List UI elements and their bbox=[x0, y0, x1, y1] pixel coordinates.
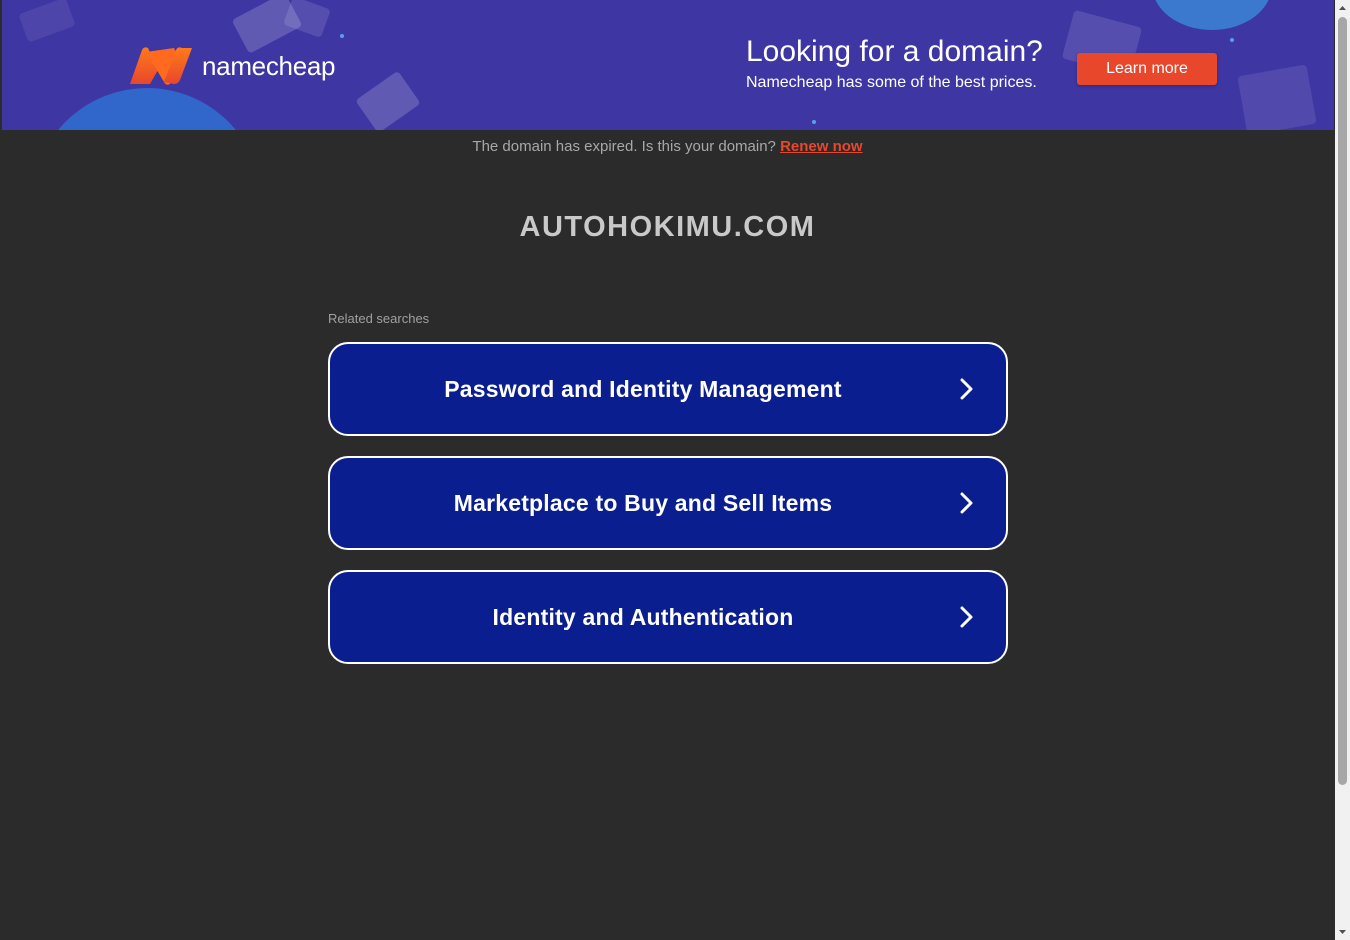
promo-banner: namecheap Looking for a domain? Namechea… bbox=[2, 0, 1334, 130]
promo-title: Looking for a domain? bbox=[746, 35, 1043, 68]
page-viewport: namecheap Looking for a domain? Namechea… bbox=[0, 0, 1335, 940]
banner-decoration bbox=[32, 88, 262, 130]
scrollbar-thumb[interactable] bbox=[1338, 17, 1347, 785]
related-searches-label: Related searches bbox=[328, 311, 430, 326]
banner-decoration bbox=[18, 0, 76, 43]
related-search-button[interactable]: Marketplace to Buy and Sell Items bbox=[328, 456, 1008, 550]
expired-notice: The domain has expired. Is this your dom… bbox=[0, 138, 1335, 155]
related-search-label: Marketplace to Buy and Sell Items bbox=[453, 489, 833, 516]
promo-text: Looking for a domain? Namecheap has some… bbox=[746, 34, 1043, 94]
vertical-scrollbar[interactable] bbox=[1335, 0, 1350, 940]
banner-decoration bbox=[1237, 64, 1317, 130]
domain-title: AUTOHOKIMU.COM bbox=[519, 211, 816, 243]
related-search-button[interactable]: Password and Identity Management bbox=[328, 342, 1008, 436]
renew-now-link[interactable]: Renew now bbox=[780, 138, 863, 155]
chevron-right-icon bbox=[960, 606, 973, 628]
namecheap-logo-icon bbox=[130, 47, 192, 85]
scroll-down-arrow-icon[interactable] bbox=[1335, 923, 1350, 940]
namecheap-logo[interactable]: namecheap bbox=[128, 46, 335, 86]
banner-decoration bbox=[283, 0, 331, 38]
chevron-right-icon bbox=[960, 492, 973, 514]
related-search-label: Identity and Authentication bbox=[492, 603, 794, 630]
banner-decoration bbox=[1230, 38, 1234, 42]
related-search-label: Password and Identity Management bbox=[444, 375, 842, 402]
logo-text: namecheap bbox=[202, 50, 336, 81]
banner-decoration bbox=[340, 34, 344, 38]
banner-decoration bbox=[812, 120, 816, 124]
learn-more-button[interactable]: Learn more bbox=[1077, 53, 1217, 85]
scroll-up-arrow-icon[interactable] bbox=[1335, 0, 1350, 17]
expired-notice-text: The domain has expired. Is this your dom… bbox=[472, 138, 776, 155]
promo-subtitle: Namecheap has some of the best prices. bbox=[746, 74, 1037, 91]
banner-decoration bbox=[355, 70, 421, 130]
related-search-button[interactable]: Identity and Authentication bbox=[328, 570, 1008, 664]
banner-decoration bbox=[1152, 0, 1272, 30]
chevron-right-icon bbox=[960, 378, 973, 400]
